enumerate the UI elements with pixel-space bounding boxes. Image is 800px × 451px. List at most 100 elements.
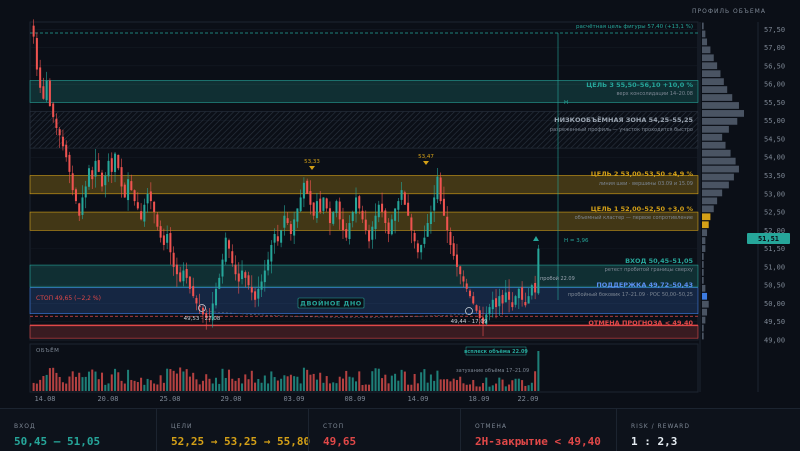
volume-bar [130, 379, 133, 391]
candle-body [468, 290, 471, 297]
volume-bar [537, 351, 540, 391]
volume-bar [250, 370, 253, 391]
volume-bar [289, 374, 292, 391]
profile-bar [702, 221, 709, 229]
volume-bar [162, 382, 165, 391]
candle-body [276, 236, 279, 242]
candle-body [446, 216, 449, 231]
candle-body [423, 237, 426, 244]
profile-bar [702, 94, 733, 101]
candle-body [478, 310, 481, 319]
candle-body [534, 282, 537, 293]
volume-bar [39, 379, 42, 391]
volume-bar [218, 383, 221, 391]
candle-body [381, 203, 384, 213]
candle-body [420, 244, 423, 253]
volume-bar [420, 372, 423, 391]
volume-bar [410, 384, 413, 391]
x-tick-label: 29.08 [220, 395, 241, 403]
candle-body [306, 180, 309, 194]
volume-bar [482, 383, 485, 391]
volume-bar [374, 368, 377, 391]
volume-bar [276, 380, 279, 391]
volume-bar [267, 383, 270, 391]
volume-bar [182, 371, 185, 391]
cancel-label: ОТМЕНА ПРОГНОЗА < 49,40 [588, 319, 693, 327]
volume-bar [234, 380, 237, 391]
volume-bar [368, 384, 371, 391]
candle-body [263, 270, 266, 283]
candle-body [322, 197, 325, 211]
candle-body [270, 244, 273, 262]
volume-bar [319, 372, 322, 391]
profile-bar [702, 125, 729, 133]
x-tick-label: 03.09 [283, 395, 304, 403]
candle-body [299, 197, 302, 212]
candle-body [332, 212, 335, 224]
summary-targets-label: ЦЕЛИ [171, 423, 193, 430]
candle-body [65, 144, 68, 158]
volume-bar [423, 369, 426, 391]
profile-bar [702, 54, 714, 62]
candle-body [407, 202, 410, 216]
profile-bar [702, 78, 724, 85]
volume-bar [390, 375, 393, 391]
candle-body [146, 193, 149, 204]
volume-bar [351, 377, 354, 391]
volume-bar [211, 383, 214, 391]
candle-body [374, 215, 377, 229]
chart-canvas[interactable]: ПРОФИЛЬ ОБЪЕМА 57,50 57,00 56,50 56,00 55,50… [0, 0, 800, 408]
candle-body [244, 272, 247, 278]
target1-sub: объемный кластер — первое сопротивление [575, 214, 693, 221]
candle-body [302, 182, 305, 199]
volume-bar [263, 375, 266, 391]
target2-sub: линия шеи · вершины 03.09 и 15.09 [599, 181, 693, 187]
volume-bar [159, 375, 162, 391]
candle-body [338, 201, 341, 220]
volume-bar [400, 369, 403, 391]
volume-bar [485, 377, 488, 391]
candle-body [397, 201, 400, 210]
volume-bar [257, 378, 260, 391]
volume-bar [166, 368, 169, 391]
candle-body [45, 80, 48, 101]
candle-body [315, 201, 318, 219]
profile-bar [702, 237, 706, 244]
candle-body [416, 243, 419, 253]
candle-body [491, 299, 494, 310]
candle-body [527, 296, 530, 304]
target-figure-label: расчётная цель фигуры 57,40 (+13,1 %) [576, 24, 693, 30]
profile-bar [702, 70, 721, 78]
candle-body [364, 219, 367, 231]
candle-body [319, 198, 322, 213]
summary-rr: RISK / REWARD 1 : 2,3 [616, 409, 800, 451]
candle-body [97, 160, 100, 172]
volume-bar [120, 380, 123, 391]
y-tick-label: 52,50 [764, 209, 785, 217]
volume-bar [508, 384, 511, 391]
candle-body [260, 281, 263, 290]
volume-bar [74, 376, 77, 391]
volume-bar [123, 383, 126, 391]
volume-bar [65, 383, 68, 391]
summary-rr-label: RISK / REWARD [631, 423, 690, 430]
candle-body [182, 270, 185, 282]
volume-bar [208, 378, 211, 391]
volume-bar [254, 382, 257, 391]
candle-body [410, 217, 413, 231]
candle-body [179, 272, 182, 282]
volume-bar [198, 384, 201, 391]
profile-bar [702, 300, 709, 308]
candle-body [511, 302, 514, 308]
candle-body [361, 210, 364, 220]
y-tick-label: 56,00 [764, 81, 785, 89]
profile-bar [702, 213, 711, 221]
profile-bar [702, 22, 704, 30]
candle-body [371, 226, 374, 240]
volume-bar [416, 383, 419, 391]
volume-bar [175, 373, 178, 391]
volume-bar [179, 367, 182, 391]
y-tick-label: 50,50 [764, 282, 785, 290]
volume-bar [426, 382, 429, 391]
breakout-label: пробой 22.09 [540, 275, 575, 282]
